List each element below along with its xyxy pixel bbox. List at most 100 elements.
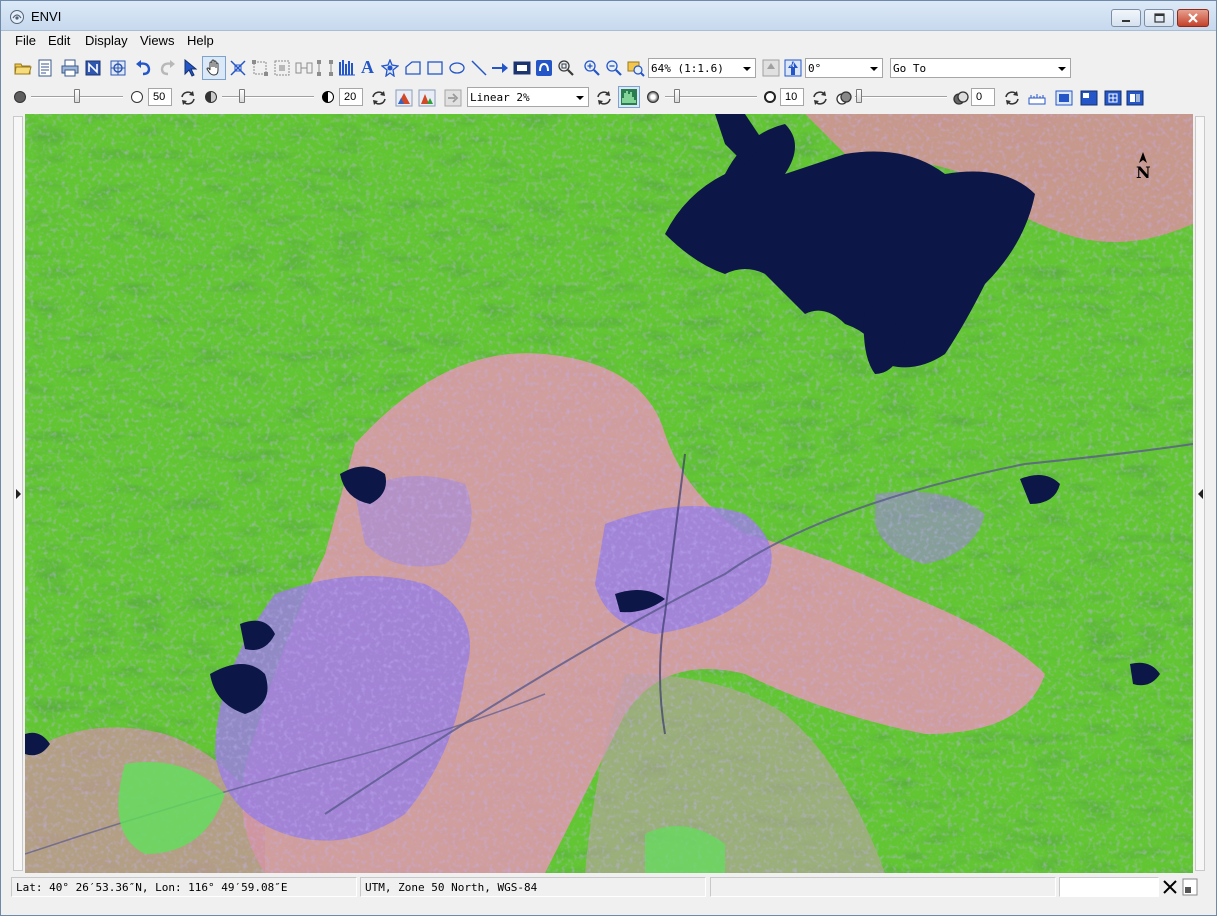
histogram-icon[interactable] — [338, 59, 356, 77]
status-progress — [1059, 877, 1159, 897]
status-projection: UTM, Zone 50 North, WGS-84 — [360, 877, 706, 897]
contrast-slider-thumb[interactable] — [239, 89, 245, 103]
zoom-icon[interactable] — [557, 59, 575, 77]
view-link-icon[interactable] — [1126, 89, 1144, 107]
vertex-icon[interactable] — [229, 59, 247, 77]
menu-display[interactable]: Display — [85, 33, 128, 48]
brightness-high-icon — [131, 91, 143, 103]
polyline-icon[interactable] — [470, 59, 488, 77]
chevron-down-icon — [576, 96, 584, 100]
distribute-icon[interactable] — [316, 59, 334, 77]
symbol-icon[interactable] — [381, 59, 399, 77]
status-panel-icon[interactable] — [1182, 878, 1198, 896]
open-icon[interactable] — [14, 59, 32, 77]
ellipse-icon[interactable] — [448, 59, 466, 77]
zoom-out-icon[interactable] — [605, 59, 623, 77]
contrast-low-icon — [205, 91, 217, 103]
group-icon[interactable] — [273, 59, 291, 77]
zoom-in-icon[interactable] — [583, 59, 601, 77]
arrow-icon[interactable] — [491, 59, 509, 77]
transparency-slider-thumb[interactable] — [856, 89, 862, 103]
rectangle-icon[interactable] — [426, 59, 444, 77]
annotation-icon[interactable] — [251, 59, 269, 77]
sharpen-slider-thumb[interactable] — [674, 89, 680, 103]
brightness-low-icon — [14, 91, 26, 103]
picture-icon[interactable] — [513, 59, 531, 77]
histogram-stretch-button[interactable] — [618, 86, 640, 108]
satellite-image-view[interactable]: N — [25, 114, 1193, 873]
stretch-type-icon[interactable] — [395, 89, 413, 107]
svg-text:N: N — [790, 62, 795, 69]
measure-icon[interactable] — [1028, 89, 1046, 107]
menu-edit[interactable]: Edit — [48, 33, 70, 48]
minimize-icon — [1122, 20, 1130, 22]
menu-file[interactable]: File — [15, 33, 36, 48]
expand-left-icon — [16, 489, 21, 499]
undo-icon[interactable] — [135, 59, 153, 77]
chevron-down-icon — [1058, 67, 1066, 71]
contrast-slider-track[interactable] — [222, 96, 314, 98]
rotate-icon[interactable] — [762, 59, 780, 77]
north-arrow-icon: N — [1136, 152, 1151, 181]
envi-window: ENVI File Edit Display Views Help A 64% … — [0, 0, 1217, 916]
data-manager-icon[interactable] — [36, 59, 54, 77]
view-single-icon[interactable] — [1055, 89, 1073, 107]
stretch-combo[interactable]: Linear 2% — [467, 87, 589, 107]
rotation-value: 0° — [808, 62, 822, 75]
transparency-slider-track[interactable] — [855, 96, 947, 98]
contrast-high-icon — [322, 91, 334, 103]
stretch-next-icon[interactable] — [444, 89, 462, 107]
zoom-value: 64% (1:1.6) — [651, 62, 724, 75]
brightness-slider-thumb[interactable] — [74, 89, 80, 103]
north-label: N — [1136, 163, 1151, 181]
close-window-button[interactable] — [1177, 9, 1209, 27]
maximize-icon — [1154, 13, 1165, 23]
pan-button[interactable] — [202, 56, 226, 80]
layer-manager-icon[interactable] — [109, 59, 127, 77]
sharpen-high-icon — [764, 91, 776, 103]
export-icon[interactable] — [84, 59, 102, 77]
status-info — [710, 877, 1056, 897]
polygon-icon[interactable] — [404, 59, 422, 77]
brightness-value[interactable]: 50 — [148, 88, 172, 106]
select-icon[interactable] — [182, 59, 200, 77]
stretch-value: Linear 2% — [470, 91, 530, 104]
contrast-value[interactable]: 20 — [339, 88, 363, 106]
print-icon[interactable] — [61, 59, 79, 77]
view-portal-icon[interactable] — [1080, 89, 1098, 107]
pan-icon — [206, 59, 219, 76]
minimize-button[interactable] — [1111, 9, 1141, 27]
reset-icon[interactable] — [370, 89, 388, 107]
rotation-combo[interactable]: 0° — [805, 58, 883, 78]
goto-input: Go To — [893, 62, 927, 75]
align-icon[interactable] — [295, 59, 313, 77]
maximize-button[interactable] — [1144, 9, 1174, 27]
sharpen-value[interactable]: 10 — [780, 88, 804, 106]
zoom-full-icon[interactable] — [627, 59, 645, 77]
chevron-down-icon — [870, 67, 878, 71]
window-title: ENVI — [31, 9, 62, 24]
fly-icon[interactable] — [535, 59, 553, 77]
stretch-apply-icon[interactable] — [418, 89, 436, 107]
zoom-combo[interactable]: 64% (1:1.6) — [648, 58, 756, 78]
left-panel-toggle[interactable] — [13, 116, 23, 871]
view-grid-icon[interactable] — [1104, 89, 1122, 107]
expand-right-icon — [1198, 489, 1203, 499]
redo-icon[interactable] — [158, 59, 176, 77]
goto-combo[interactable]: Go To — [890, 58, 1071, 78]
main-toolbar: A 64% (1:1.6) N 0° Go To — [1, 53, 1216, 83]
reset-icon[interactable] — [595, 89, 613, 107]
menu-views[interactable]: Views — [140, 33, 174, 48]
reset-icon[interactable] — [179, 89, 197, 107]
cancel-process-icon[interactable] — [1162, 879, 1178, 895]
reset-icon[interactable] — [811, 89, 829, 107]
transparency-value[interactable]: 0 — [971, 88, 995, 106]
status-bar: Lat: 40° 26′53.36″N, Lon: 116° 49′59.08″… — [1, 875, 1216, 915]
chevron-down-icon — [743, 67, 751, 71]
sharpen-low-icon — [647, 91, 659, 103]
text-icon[interactable]: A — [361, 57, 374, 78]
right-panel-toggle[interactable] — [1195, 116, 1205, 871]
north-up-icon[interactable]: N — [784, 59, 802, 77]
reset-icon[interactable] — [1003, 89, 1021, 107]
menu-help[interactable]: Help — [187, 33, 214, 48]
